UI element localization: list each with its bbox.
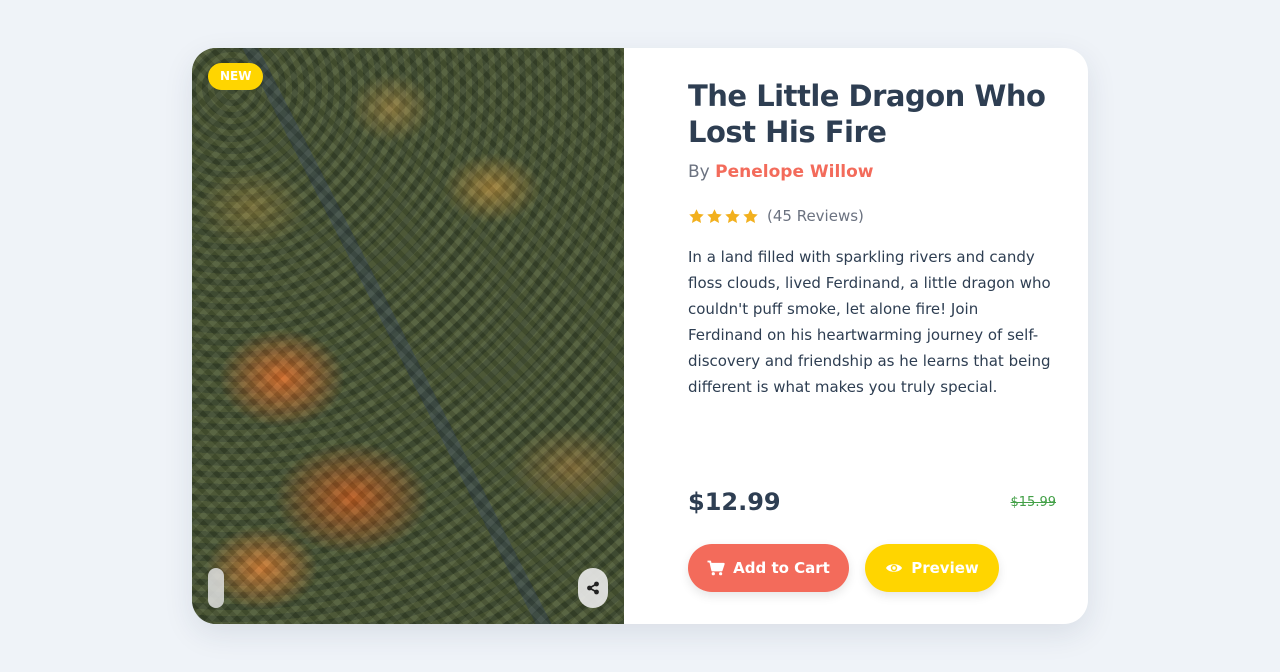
image-scroll-handle[interactable] — [208, 568, 224, 608]
share-button[interactable] — [578, 568, 608, 608]
cover-texture — [192, 48, 624, 624]
preview-button[interactable]: Preview — [865, 544, 999, 592]
review-count[interactable]: (45 Reviews) — [767, 207, 864, 225]
current-price: $12.99 — [688, 488, 781, 516]
add-to-cart-label: Add to Cart — [733, 559, 830, 577]
book-title: The Little Dragon Who Lost His Fire — [688, 79, 1046, 149]
byline: By Penelope Willow — [688, 162, 874, 182]
star-icon — [707, 208, 722, 223]
new-badge: NEW — [208, 63, 264, 90]
rating: (45 Reviews) — [688, 204, 864, 228]
star-icon — [743, 208, 758, 223]
original-price: $15.99 — [1010, 495, 1057, 510]
product-info: The Little Dragon Who Lost His Fire By P… — [688, 48, 1056, 624]
eye-icon — [886, 564, 903, 572]
add-to-cart-button[interactable]: Add to Cart — [688, 544, 849, 592]
product-card: NEW The Little Dragon Who Lost His Fire … — [192, 48, 1088, 624]
book-description: In a land filled with sparkling rivers a… — [688, 248, 1051, 396]
author-link[interactable]: Penelope Willow — [715, 162, 873, 182]
book-cover-image: NEW — [192, 48, 624, 624]
by-label: By — [688, 162, 710, 182]
share-icon — [587, 581, 599, 595]
star-icon — [725, 208, 740, 223]
preview-label: Preview — [911, 559, 979, 577]
cart-icon — [707, 560, 725, 576]
rating-stars — [688, 208, 759, 225]
star-icon — [689, 208, 704, 223]
